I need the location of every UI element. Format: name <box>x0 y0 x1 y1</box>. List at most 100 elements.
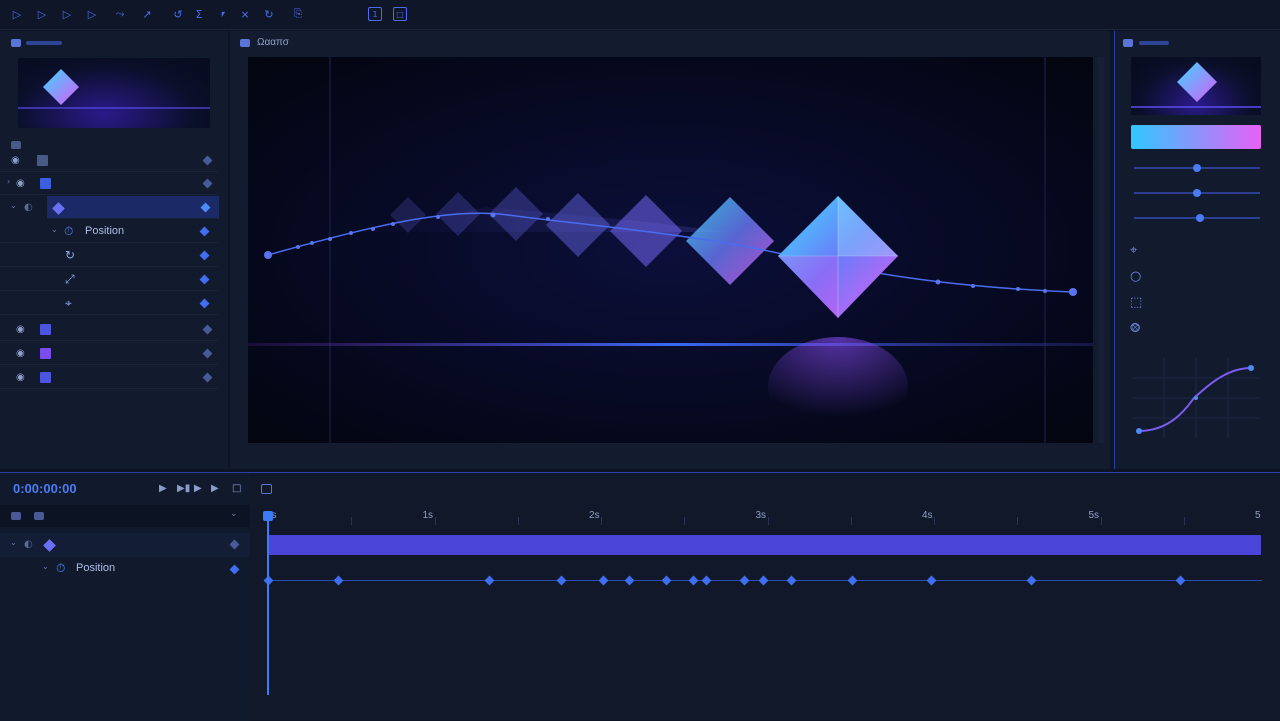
time-ruler[interactable]: 0s1s2s3s4s5s5 <box>262 505 1262 527</box>
composition-canvas[interactable] <box>248 57 1093 443</box>
chevron-down-icon[interactable]: ⌄ <box>10 538 17 547</box>
loop-icon[interactable]: □ <box>232 483 241 494</box>
rotation-property-row[interactable]: ↻ <box>0 244 218 267</box>
step-forward-icon[interactable]: ▶▮ <box>177 483 190 494</box>
keyframe-diamond-icon[interactable] <box>202 348 213 359</box>
chevron-down-icon[interactable]: ⌄ <box>10 201 17 210</box>
viewer-scrollbar[interactable] <box>1098 57 1104 443</box>
eye-icon[interactable]: ◉ <box>16 324 25 335</box>
chevron-down-icon[interactable]: ⌄ <box>230 509 238 519</box>
eye-hidden-icon[interactable]: ◐ <box>24 202 33 213</box>
rotate-tool-icon[interactable]: ↻ <box>262 7 276 21</box>
position-keyframe[interactable] <box>739 575 750 586</box>
play-end-icon[interactable]: ▶ <box>211 483 219 494</box>
position-keyframe[interactable] <box>688 575 699 586</box>
diamond-shape[interactable] <box>778 196 898 318</box>
layer-row[interactable]: › ◉ <box>0 172 218 195</box>
layer-duration-bar[interactable] <box>268 535 1261 555</box>
eye-icon[interactable]: ◉ <box>16 372 25 383</box>
layer-row[interactable]: ◉ <box>0 342 218 365</box>
play-icon[interactable]: ▶ <box>159 483 167 494</box>
position-keyframe[interactable] <box>624 575 635 586</box>
keyframe-diamond-icon[interactable] <box>202 178 213 189</box>
chevron-down-icon[interactable]: ⌄ <box>51 225 58 234</box>
playhead[interactable] <box>267 513 269 695</box>
slider-knob[interactable] <box>1195 214 1204 222</box>
stopwatch-icon[interactable]: ⏱ <box>64 224 73 239</box>
property-slider[interactable] <box>1134 164 1260 172</box>
scale-property-row[interactable]: ⤢ <box>0 268 218 291</box>
play-tool-icon[interactable]: ▷ <box>35 7 49 21</box>
timeline-diamond-layer-row[interactable]: ⌄ ◐ <box>0 533 250 557</box>
path-end-point[interactable] <box>1069 288 1077 296</box>
scale-icon[interactable]: ⬚ <box>1130 295 1142 310</box>
rotate-icon[interactable]: ○ <box>1130 269 1141 284</box>
position-label: Position <box>85 225 125 237</box>
keyframe-diamond-icon[interactable] <box>199 274 210 285</box>
timeline-settings-icon[interactable] <box>261 484 272 494</box>
position-keyframe[interactable] <box>786 575 797 586</box>
property-slider[interactable] <box>1134 214 1260 222</box>
stopwatch-icon[interactable]: ⏱ <box>56 561 65 576</box>
timeline-position-row[interactable]: ⌄ ⏱ Position <box>0 557 250 581</box>
position-keyframe[interactable] <box>333 575 344 586</box>
position-keyframe[interactable] <box>701 575 712 586</box>
link-tool-icon[interactable]: ↺ <box>171 7 185 21</box>
position-property-row[interactable]: ⌄ ⏱ Position <box>0 220 218 243</box>
eye-icon[interactable]: ◉ <box>16 348 25 359</box>
position-keyframe[interactable] <box>661 575 672 586</box>
path-tool-icon[interactable]: ⤳ <box>113 7 127 21</box>
play-half-tool-icon[interactable]: ▷ <box>85 7 99 21</box>
folder-icon <box>37 155 48 166</box>
bounds-tool-icon[interactable]: 1 <box>368 7 382 21</box>
position-keyframe[interactable] <box>484 575 495 586</box>
position-keyframe[interactable] <box>1026 575 1037 586</box>
visibility-icon[interactable]: ◉ <box>11 155 20 166</box>
property-slider[interactable] <box>1134 189 1260 197</box>
mask-tool-icon[interactable]: ⎖ <box>216 7 230 21</box>
play-forward-icon[interactable]: ▶ <box>194 483 202 494</box>
text-tool-icon[interactable]: Σ <box>192 7 206 21</box>
anchor-property-row[interactable]: ⌖ <box>0 292 218 315</box>
timecode-display[interactable]: 0:00:00:00 <box>13 481 77 496</box>
layers-panel-title <box>26 41 62 45</box>
eye-hidden-icon[interactable]: ◐ <box>24 539 33 550</box>
timeline-track-area[interactable] <box>262 529 1262 719</box>
align-tool-icon[interactable]: ⨯ <box>238 7 252 21</box>
playhead-handle[interactable] <box>263 511 273 521</box>
path-start-point[interactable] <box>264 251 272 259</box>
keyframe-diamond-icon[interactable] <box>200 202 211 213</box>
easing-curve-graph[interactable] <box>1132 358 1260 438</box>
position-keyframe[interactable] <box>1175 575 1186 586</box>
keyframe-diamond-icon[interactable] <box>199 226 210 237</box>
keyframe-diamond-icon[interactable] <box>202 324 213 335</box>
folder-layer-row[interactable]: ◉ <box>0 149 218 172</box>
keyframe-diamond-icon[interactable] <box>229 539 240 550</box>
snap-tool-icon[interactable]: □ <box>393 7 407 21</box>
chevron-down-icon[interactable]: ⌄ <box>42 562 49 571</box>
keyframe-diamond-icon[interactable] <box>202 372 213 383</box>
layer-row[interactable]: ◉ <box>0 318 218 341</box>
anchor-icon[interactable]: ⨷ <box>1130 321 1140 336</box>
keyframe-diamond-icon[interactable] <box>202 155 213 166</box>
eye-icon[interactable]: ◉ <box>16 178 25 189</box>
position-keyframe[interactable] <box>847 575 858 586</box>
position-keyframe[interactable] <box>758 575 768 586</box>
position-keyframe[interactable] <box>556 575 567 586</box>
keyframe-diamond-icon[interactable] <box>199 250 210 261</box>
keyframe-diamond-icon[interactable] <box>199 298 210 309</box>
position-keyframe[interactable] <box>926 575 937 586</box>
transform-tool-icon[interactable]: ⎘ <box>291 7 305 21</box>
color-gradient-swatch[interactable] <box>1131 125 1261 149</box>
layer-row[interactable]: ◉ <box>0 366 218 389</box>
diamond-layer-row[interactable]: ⌄ ◐ <box>0 196 218 219</box>
chevron-right-icon[interactable]: › <box>7 177 10 186</box>
pen-tool-icon[interactable]: ↗ <box>140 7 154 21</box>
play-outline-tool-icon[interactable]: ▷ <box>60 7 74 21</box>
slider-knob[interactable] <box>1193 164 1201 172</box>
slider-knob[interactable] <box>1193 189 1201 197</box>
crosshair-icon[interactable]: ⌖ <box>1130 243 1137 258</box>
position-keyframe[interactable] <box>598 575 609 586</box>
select-tool-icon[interactable]: ▷ <box>10 7 24 21</box>
keyframe-diamond-icon[interactable] <box>229 564 240 575</box>
